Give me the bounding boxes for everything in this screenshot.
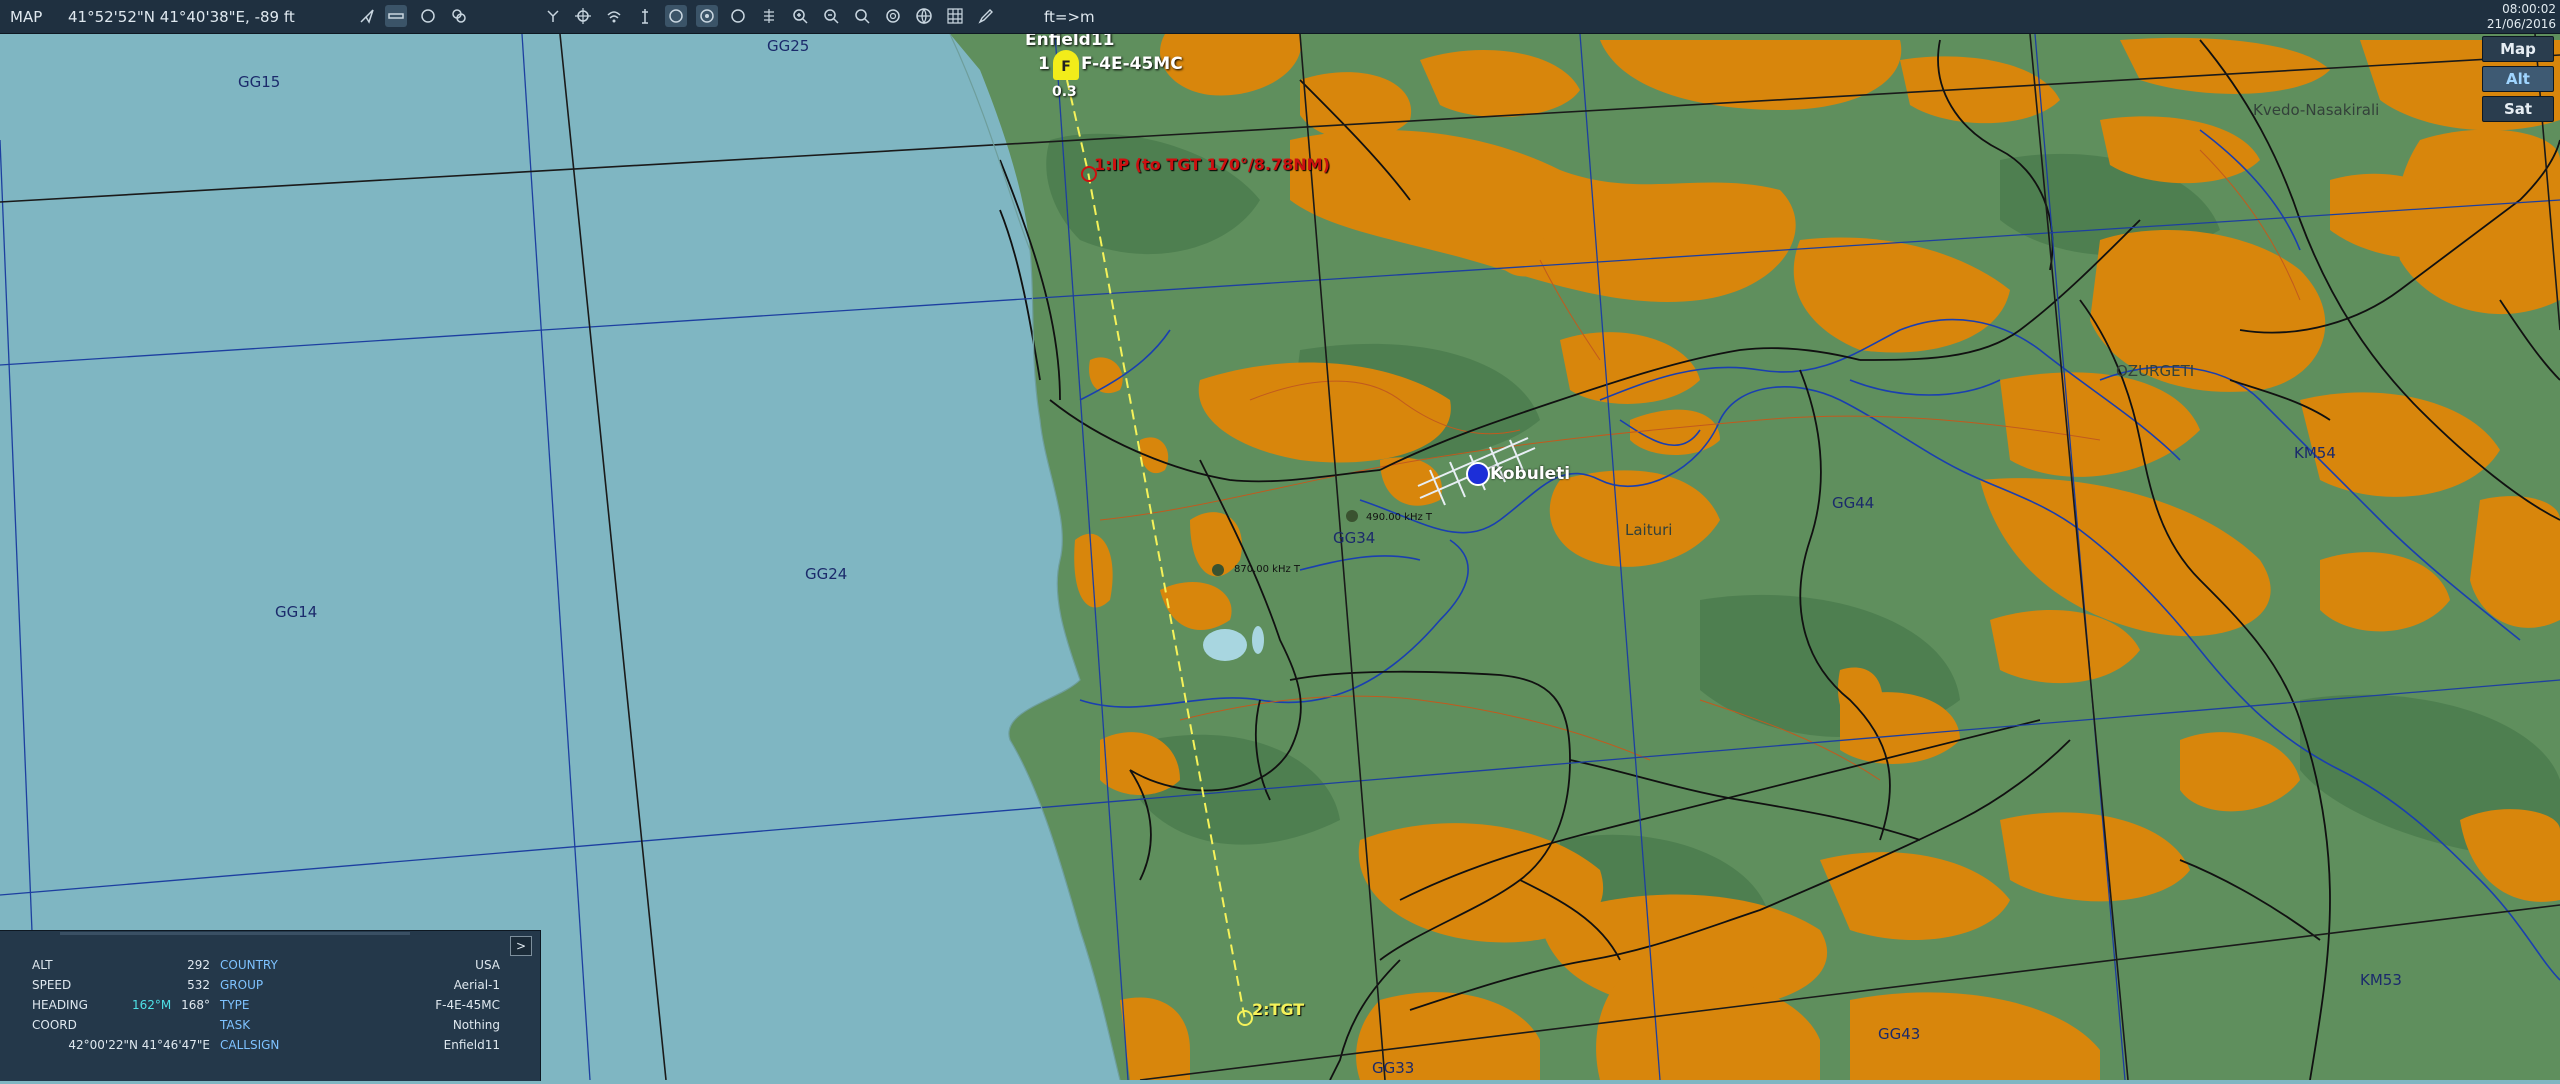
pencil-icon[interactable] bbox=[975, 5, 997, 27]
tower-icon[interactable] bbox=[634, 5, 656, 27]
map-canvas[interactable] bbox=[0, 33, 2560, 1081]
ndb-icon[interactable] bbox=[1212, 564, 1224, 576]
sim-date: 21/06/2016 bbox=[2486, 17, 2556, 31]
map-view[interactable]: GG15 GG25 GG14 GG24 GG34 GG44 GG43 GG33 … bbox=[0, 30, 2560, 1081]
crosshair-icon[interactable] bbox=[572, 5, 594, 27]
coord-label: COORD bbox=[32, 1018, 77, 1032]
waypoint-target-label[interactable]: 2:TGT bbox=[1252, 1000, 1304, 1019]
sim-time: 08:00:02 bbox=[2502, 2, 2556, 16]
filter-other-icon[interactable] bbox=[727, 5, 749, 27]
filter-unit-icon[interactable] bbox=[665, 5, 687, 27]
unit-altitude-label: 0.3 bbox=[1052, 84, 1077, 100]
aircraft-unit-icon[interactable]: F bbox=[1053, 50, 1079, 80]
zoom-out-icon[interactable] bbox=[820, 5, 842, 27]
radar-icon[interactable] bbox=[882, 5, 904, 27]
heading-magnetic-value: 162°M bbox=[132, 998, 172, 1012]
sim-clock: 08:00:02 21/06/2016 bbox=[2487, 2, 2556, 32]
group-label: GROUP bbox=[220, 978, 264, 992]
map-layer-switcher: Map Alt Sat bbox=[2482, 36, 2554, 126]
layer-alt-button[interactable]: Alt bbox=[2482, 66, 2554, 92]
grid-label-km53: KM53 bbox=[2360, 971, 2402, 989]
country-value: USA bbox=[475, 958, 500, 972]
grid-label-gg44: GG44 bbox=[1832, 494, 1875, 512]
speed-label: SPEED bbox=[32, 978, 72, 992]
layer-sat-button[interactable]: Sat bbox=[2482, 96, 2554, 122]
circle-icon[interactable] bbox=[417, 5, 439, 27]
country-label: COUNTRY bbox=[220, 958, 278, 972]
grid-label-km54: KM54 bbox=[2294, 444, 2336, 462]
zoom-in-icon[interactable] bbox=[789, 5, 811, 27]
town-ozurgeti: OZURGETI bbox=[2116, 362, 2195, 380]
grid-label-gg24: GG24 bbox=[805, 565, 848, 583]
signal-icon[interactable] bbox=[603, 5, 625, 27]
layers-icon[interactable] bbox=[448, 5, 470, 27]
callsign-label: CALLSIGN bbox=[220, 1038, 280, 1052]
heading-value: 168° bbox=[181, 998, 210, 1012]
alt-label: ALT bbox=[32, 958, 53, 972]
speed-value: 532 bbox=[187, 978, 210, 992]
grid-label-gg14: GG14 bbox=[275, 603, 318, 621]
callsign-value: Enfield11 bbox=[443, 1038, 500, 1052]
group-value: Aerial-1 bbox=[453, 978, 500, 992]
grid-label-gg15: GG15 bbox=[238, 73, 281, 91]
globe-icon[interactable] bbox=[913, 5, 935, 27]
ruler-icon[interactable] bbox=[385, 5, 407, 27]
task-label: TASK bbox=[220, 1018, 251, 1032]
snap-icon[interactable] bbox=[758, 5, 780, 27]
panel-drag-handle[interactable] bbox=[60, 932, 410, 935]
type-label: TYPE bbox=[220, 998, 250, 1012]
coord-value: 42°00'22"N 41°46'47"E bbox=[68, 1038, 210, 1052]
grid-label-gg25: GG25 bbox=[767, 37, 810, 55]
grid-label-gg33: GG33 bbox=[1372, 1059, 1415, 1077]
waypoint-target-icon[interactable] bbox=[1237, 1010, 1253, 1026]
airfield-label[interactable]: Kobuleti bbox=[1490, 464, 1570, 484]
grid-icon[interactable] bbox=[944, 5, 966, 27]
expand-panel-button[interactable]: > bbox=[510, 936, 532, 956]
alt-value: 292 bbox=[187, 958, 210, 972]
grid-label-gg34: GG34 bbox=[1333, 529, 1376, 547]
filter-group-icon[interactable] bbox=[696, 5, 718, 27]
town-kvedo-nasakirali: Kvedo-Nasakirali bbox=[2253, 101, 2380, 119]
fork-icon[interactable] bbox=[542, 5, 564, 27]
layer-map-button[interactable]: Map bbox=[2482, 36, 2554, 62]
mode-label: MAP bbox=[10, 8, 43, 26]
ndb-frequency-label: 490.00 kHz T bbox=[1366, 512, 1433, 523]
top-toolbar: MAP 41°52'52"N 41°40'38"E, -89 ft ft=>m … bbox=[0, 0, 2560, 34]
heading-label: HEADING bbox=[32, 998, 88, 1012]
airfield-icon[interactable] bbox=[1466, 462, 1490, 486]
unit-type-label: F-4E-45MC bbox=[1081, 54, 1183, 74]
pointer-icon[interactable] bbox=[356, 5, 378, 27]
zoom-fit-icon[interactable] bbox=[851, 5, 873, 27]
unit-count-label: 1 bbox=[1038, 54, 1050, 74]
town-laituri: Laituri bbox=[1625, 521, 1673, 539]
type-value: F-4E-45MC bbox=[435, 998, 500, 1012]
units-toggle[interactable]: ft=>m bbox=[1044, 8, 1095, 26]
waypoint-ip-label[interactable]: 1:IP (to TGT 170°/8.78NM) bbox=[1094, 155, 1330, 174]
unit-info-panel: ALT 292 COUNTRY USA SPEED 532 GROUP Aeri… bbox=[0, 930, 541, 1081]
task-value: Nothing bbox=[452, 1018, 500, 1032]
ndb-frequency-label: 870.00 kHz T bbox=[1234, 564, 1301, 575]
grid-label-gg43: GG43 bbox=[1878, 1025, 1921, 1043]
ndb-icon[interactable] bbox=[1346, 510, 1358, 522]
cursor-coordinates: 41°52'52"N 41°40'38"E, -89 ft bbox=[68, 8, 295, 26]
